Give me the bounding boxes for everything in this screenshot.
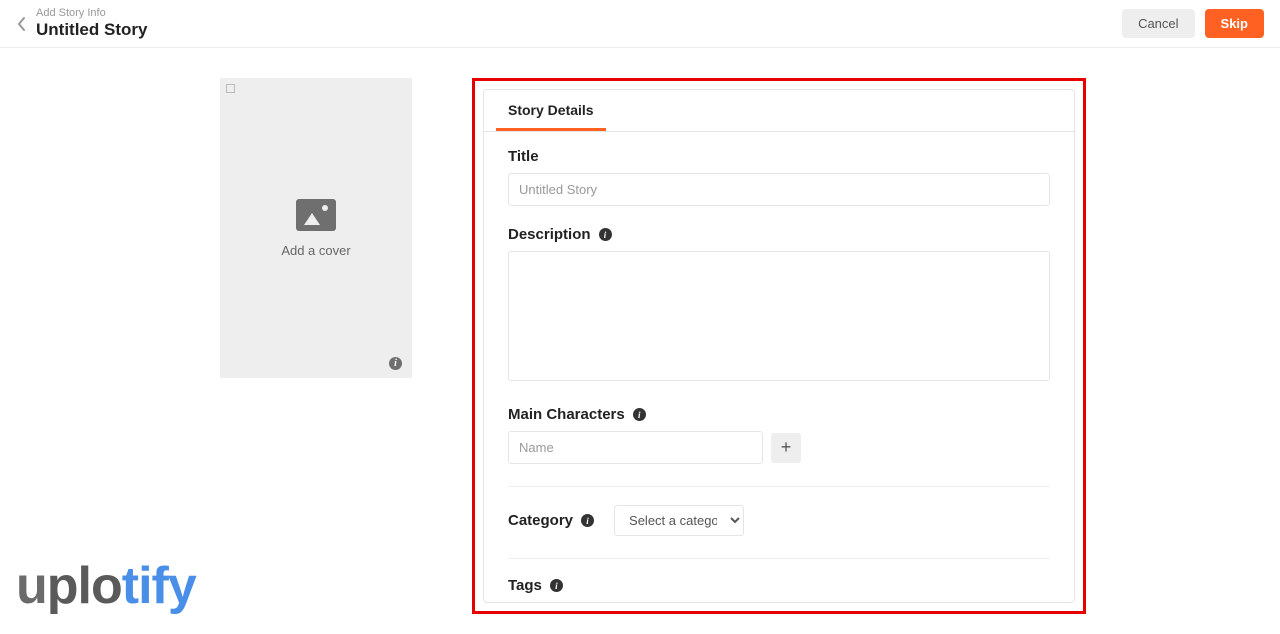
page-title: Untitled Story [36,20,147,40]
info-icon[interactable]: i [550,579,563,592]
story-details-highlight-box: Story Details Title Description i Mai [472,78,1086,614]
description-input[interactable] [508,251,1050,381]
add-character-button[interactable]: + [771,433,801,463]
category-label: Category [508,512,573,529]
title-label: Title [508,148,1050,165]
main-characters-label: Main Characters [508,406,625,423]
plus-icon: + [781,437,792,458]
info-icon[interactable]: i [389,357,402,370]
character-name-input[interactable] [508,431,763,464]
category-select[interactable]: Select a category [614,505,744,536]
breadcrumb: Add Story Info [36,7,147,20]
description-label: Description [508,226,591,243]
title-input[interactable] [508,173,1050,206]
cover-corner-handle [226,84,235,93]
image-placeholder-icon [296,199,336,231]
skip-button[interactable]: Skip [1205,9,1264,38]
tags-label: Tags [508,577,542,594]
divider [508,486,1050,487]
back-button[interactable] [16,16,26,32]
info-icon[interactable]: i [633,408,646,421]
add-cover-label: Add a cover [281,243,350,258]
cancel-button[interactable]: Cancel [1122,9,1194,38]
add-cover-panel[interactable]: Add a cover i [220,78,412,378]
watermark-logo: uplotify [16,556,196,616]
tab-story-details[interactable]: Story Details [496,90,606,131]
divider [508,558,1050,559]
info-icon[interactable]: i [599,228,612,241]
info-icon[interactable]: i [581,514,594,527]
